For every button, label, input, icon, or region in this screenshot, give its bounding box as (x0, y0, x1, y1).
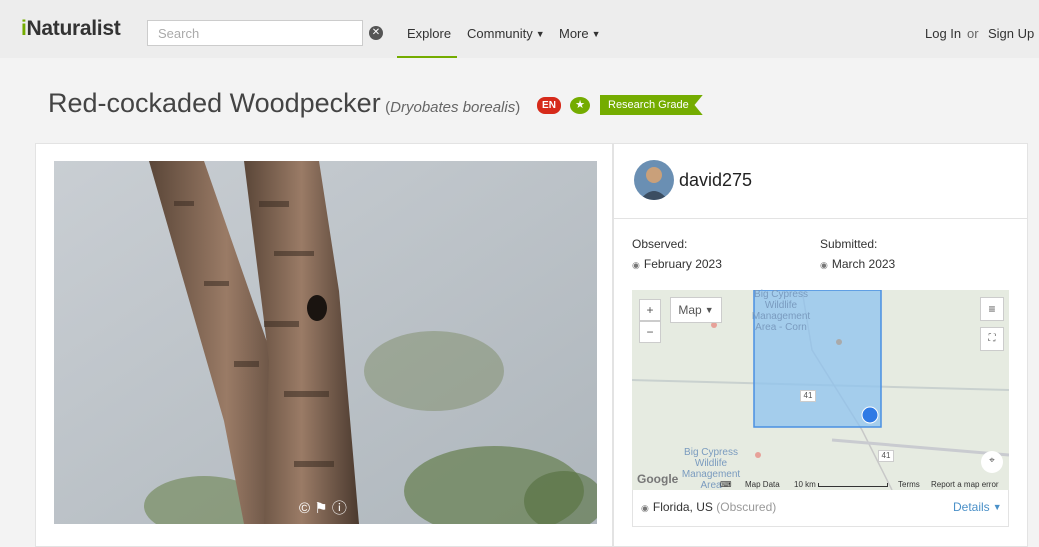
signup-link[interactable]: Sign Up (988, 26, 1034, 41)
zoom-in-button[interactable]: + (639, 299, 661, 321)
google-logo[interactable]: Google (637, 472, 678, 486)
divider (614, 218, 1027, 219)
login-link[interactable]: Log In (925, 26, 961, 41)
search-input[interactable] (147, 20, 363, 46)
eye-icon: ◉ (641, 503, 649, 513)
observer-username[interactable]: david275 (679, 170, 752, 191)
observed-date: ◉ February 2023 (632, 257, 722, 271)
nav-explore[interactable]: Explore (407, 26, 451, 41)
photo-actions: © ⚑ ⓘ (299, 497, 347, 518)
inaturalist-logo[interactable]: iNaturalist (21, 17, 121, 41)
common-name: Red-cockaded Woodpecker (48, 88, 381, 118)
chevron-down-icon: ▼ (591, 29, 601, 39)
copyright-icon[interactable]: © (299, 500, 310, 517)
keyboard-icon[interactable]: ⌨ (720, 480, 732, 489)
nav-more[interactable]: More ▼ (559, 26, 601, 41)
map-data-link[interactable]: Map Data (745, 480, 780, 489)
clear-search-icon[interactable]: ✕ (369, 26, 383, 40)
report-map-error-link[interactable]: Report a map error (931, 480, 999, 489)
scientific-name[interactable]: Dryobates borealis (390, 99, 515, 116)
page-title: Red-cockaded Woodpecker (Dryobates borea… (48, 88, 521, 118)
map-area-label: Big Cypress Wildlife Management Area - C… (751, 289, 811, 333)
observation-photo[interactable] (54, 161, 597, 524)
zoom-out-button[interactable]: − (639, 321, 661, 343)
map-area-label: Big Cypress Wildlife Management Area (681, 447, 741, 491)
quality-grade-badge: Research Grade (600, 95, 703, 115)
active-tab-indicator (397, 56, 457, 58)
flag-icon[interactable]: ⚑ (314, 500, 327, 517)
locate-icon[interactable]: ⌖ (981, 451, 1003, 473)
chevron-down-icon: ▼ (535, 29, 545, 39)
chevron-down-icon: ▼ (992, 502, 1002, 512)
road-shield: 41 (800, 390, 816, 402)
or-text: or (967, 26, 979, 41)
star-icon[interactable]: ★ (570, 97, 590, 114)
fullscreen-icon[interactable]: ⛶ (980, 327, 1004, 351)
nav-community[interactable]: Community ▼ (467, 26, 545, 41)
map-type-button[interactable]: Map ▼ (670, 297, 722, 323)
conservation-status-badge[interactable]: EN (537, 97, 561, 114)
location-text: ◉ Florida, US (Obscured) (641, 500, 777, 514)
observed-label: Observed: (632, 237, 688, 251)
terms-link[interactable]: Terms (898, 480, 920, 489)
road-shield: 41 (878, 450, 894, 462)
map-scale: 10 km (794, 480, 889, 489)
layers-icon[interactable]: ≡ (980, 297, 1004, 321)
submitted-date: ◉ March 2023 (820, 257, 896, 271)
eye-icon: ◉ (632, 260, 640, 270)
info-icon[interactable]: ⓘ (332, 500, 347, 517)
chevron-down-icon: ▼ (704, 305, 714, 315)
details-dropdown[interactable]: Details ▼ (953, 500, 1002, 514)
eye-icon: ◉ (820, 260, 828, 270)
submitted-label: Submitted: (820, 237, 878, 251)
avatar[interactable] (634, 160, 674, 200)
